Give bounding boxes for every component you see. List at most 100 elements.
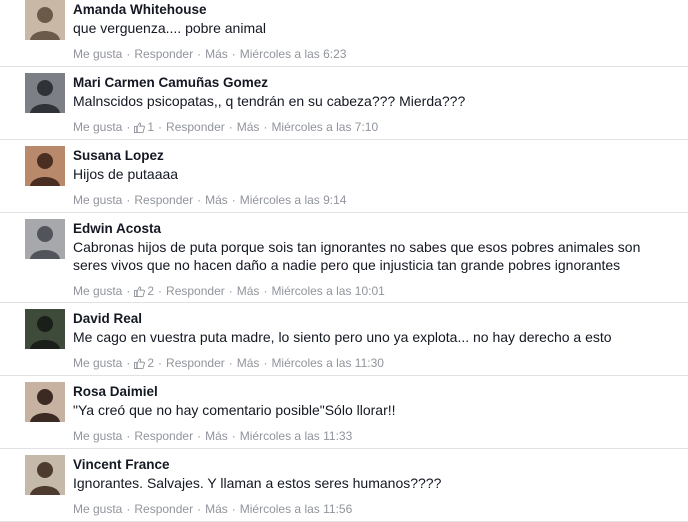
- avatar[interactable]: [25, 0, 65, 40]
- separator: ·: [197, 502, 202, 516]
- commenter-name[interactable]: Mari Carmen Camuñas Gomez: [73, 75, 268, 90]
- separator: ·: [126, 47, 131, 61]
- timestamp-link[interactable]: Miércoles a las 10:01: [271, 284, 384, 298]
- separator: ·: [126, 193, 131, 207]
- avatar[interactable]: [25, 382, 65, 422]
- reply-button[interactable]: Responder: [134, 193, 193, 207]
- timestamp-link[interactable]: Miércoles a las 11:56: [240, 502, 353, 516]
- comment-text: Malnscidos psicopatas,, q tendrán en su …: [73, 93, 466, 109]
- profile-photo-icon: [25, 73, 65, 113]
- reply-button[interactable]: Responder: [166, 356, 225, 370]
- separator: ·: [126, 284, 131, 298]
- comment-actions: Me gusta · Responder · Más · Miércoles a las 9…: [73, 193, 346, 207]
- separator: ·: [126, 502, 131, 516]
- timestamp-link[interactable]: Miércoles a las 9:14: [240, 193, 347, 207]
- separator: ·: [263, 120, 268, 134]
- comment: Rosa Daimiel "Ya creó que no hay comentar…: [0, 376, 688, 449]
- reply-button[interactable]: Responder: [134, 429, 193, 443]
- like-button[interactable]: Me gusta: [73, 284, 122, 298]
- like-count-value: 2: [147, 284, 155, 298]
- like-button[interactable]: Me gusta: [73, 193, 122, 207]
- avatar[interactable]: [25, 219, 65, 259]
- comment-actions: Me gusta · 2 · Responder · Más · Miércoles a la…: [73, 284, 385, 298]
- thumbs-up-icon: [134, 122, 146, 133]
- commenter-name[interactable]: Rosa Daimiel: [73, 384, 158, 399]
- like-count[interactable]: 1: [134, 120, 154, 134]
- separator: ·: [158, 284, 163, 298]
- separator: ·: [231, 193, 236, 207]
- like-button[interactable]: Me gusta: [73, 120, 122, 134]
- comment-text: Ignorantes. Salvajes. Y llaman a estos s…: [73, 475, 442, 491]
- commenter-name[interactable]: Vincent France: [73, 457, 170, 472]
- comment: David Real Me cago en vuestra puta madre,…: [0, 303, 688, 376]
- commenter-name[interactable]: Amanda Whitehouse: [73, 2, 207, 17]
- more-button[interactable]: Más: [205, 47, 228, 61]
- more-button[interactable]: Más: [237, 120, 260, 134]
- profile-photo-icon: [25, 309, 65, 349]
- comment-actions: Me gusta · Responder · Más · Miércoles a las 1…: [73, 502, 352, 516]
- profile-photo-icon: [25, 455, 65, 495]
- separator: ·: [126, 429, 131, 443]
- separator: ·: [228, 356, 233, 370]
- reply-button[interactable]: Responder: [166, 120, 225, 134]
- separator: ·: [158, 356, 163, 370]
- separator: ·: [126, 356, 131, 370]
- separator: ·: [228, 120, 233, 134]
- reply-button[interactable]: Responder: [166, 284, 225, 298]
- profile-photo-icon: [25, 219, 65, 259]
- like-count[interactable]: 2: [134, 284, 154, 298]
- reply-button[interactable]: Responder: [134, 502, 193, 516]
- comment: Susana Lopez Hijos de putaaaa Me gusta · Res…: [0, 140, 688, 213]
- like-button[interactable]: Me gusta: [73, 429, 122, 443]
- thumbs-up-icon: [134, 358, 146, 369]
- separator: ·: [228, 284, 233, 298]
- separator: ·: [231, 429, 236, 443]
- avatar[interactable]: [25, 309, 65, 349]
- separator: ·: [231, 47, 236, 61]
- comment-actions: Me gusta · 1 · Responder · Más · Miércoles a la…: [73, 120, 378, 134]
- like-count[interactable]: 2: [134, 356, 154, 370]
- comment-text: Cabronas hijos de puta porque sois tan i…: [73, 239, 641, 273]
- comment: Amanda Whitehouse que verguenza.... pobre…: [0, 0, 688, 67]
- profile-photo-icon: [25, 146, 65, 186]
- thumbs-up-icon: [134, 286, 146, 297]
- comment: Edwin Acosta Cabronas hijos de puta porqu…: [0, 213, 688, 303]
- comment-text: Hijos de putaaaa: [73, 166, 179, 182]
- comment-text: "Ya creó que no hay comentario posible"S…: [73, 402, 396, 418]
- comment-actions: Me gusta · 2 · Responder · Más · Miércoles a la…: [73, 356, 384, 370]
- commenter-name[interactable]: Edwin Acosta: [73, 221, 161, 236]
- separator: ·: [158, 120, 163, 134]
- more-button[interactable]: Más: [237, 356, 260, 370]
- comment: Vincent France Ignorantes. Salvajes. Y ll…: [0, 449, 688, 522]
- separator: ·: [263, 356, 268, 370]
- timestamp-link[interactable]: Miércoles a las 11:30: [271, 356, 384, 370]
- avatar[interactable]: [25, 146, 65, 186]
- more-button[interactable]: Más: [205, 193, 228, 207]
- separator: ·: [263, 284, 268, 298]
- comment: Mari Carmen Camuñas Gomez Malnscidos psic…: [0, 67, 688, 140]
- commenter-name[interactable]: Susana Lopez: [73, 148, 164, 163]
- like-button[interactable]: Me gusta: [73, 502, 122, 516]
- more-button[interactable]: Más: [237, 284, 260, 298]
- like-button[interactable]: Me gusta: [73, 356, 122, 370]
- separator: ·: [197, 47, 202, 61]
- more-button[interactable]: Más: [205, 429, 228, 443]
- like-button[interactable]: Me gusta: [73, 47, 122, 61]
- commenter-name[interactable]: David Real: [73, 311, 142, 326]
- timestamp-link[interactable]: Miércoles a las 11:33: [240, 429, 353, 443]
- profile-photo-icon: [25, 382, 65, 422]
- comment-text: Me cago en vuestra puta madre, lo siento…: [73, 329, 612, 345]
- comment-text: que verguenza.... pobre animal: [73, 20, 267, 36]
- profile-photo-icon: [25, 0, 65, 40]
- avatar[interactable]: [25, 73, 65, 113]
- timestamp-link[interactable]: Miércoles a las 7:10: [271, 120, 378, 134]
- avatar[interactable]: [25, 455, 65, 495]
- comment-actions: Me gusta · Responder · Más · Miércoles a las 1…: [73, 429, 352, 443]
- reply-button[interactable]: Responder: [134, 47, 193, 61]
- timestamp-link[interactable]: Miércoles a las 6:23: [240, 47, 347, 61]
- separator: ·: [197, 429, 202, 443]
- like-count-value: 1: [147, 120, 155, 134]
- comment-actions: Me gusta · Responder · Más · Miércoles a las 6…: [73, 47, 346, 61]
- more-button[interactable]: Más: [205, 502, 228, 516]
- separator: ·: [126, 120, 131, 134]
